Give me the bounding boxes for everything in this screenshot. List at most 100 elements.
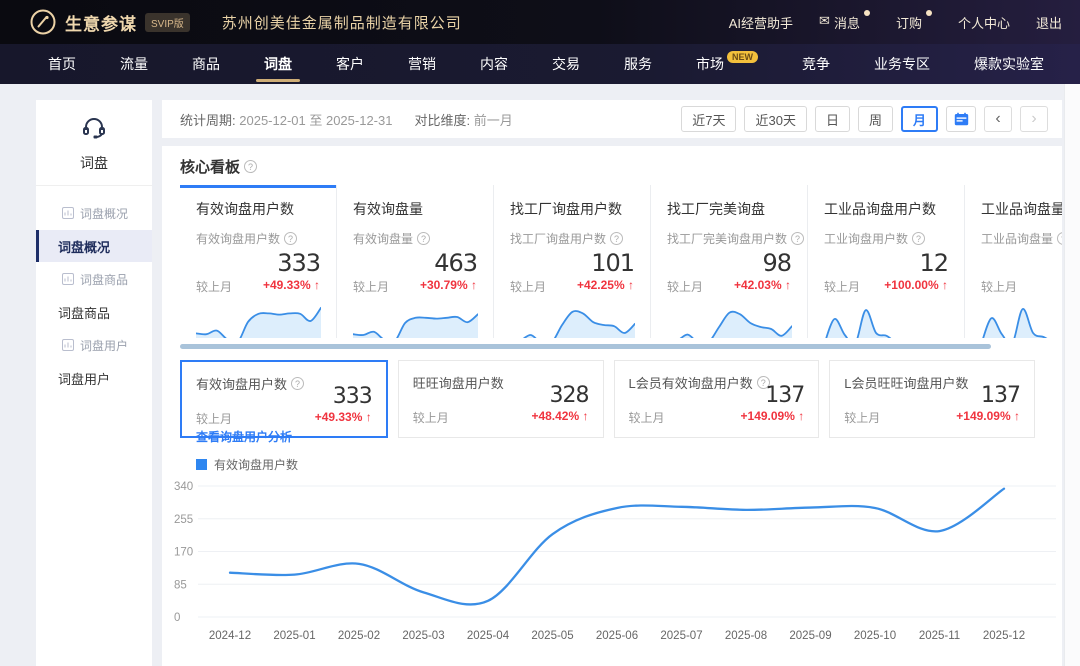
logo[interactable]: 生意参谋 SVIP版 (30, 9, 190, 35)
range-week-button[interactable]: 周 (858, 106, 893, 132)
messages-notification-dot (864, 10, 870, 16)
summary-value: 328 (550, 383, 589, 408)
metric-value: 98 (667, 249, 791, 277)
company-name: 苏州创美佳金属制品制造有限公司 (222, 12, 462, 33)
metric-value: 463 (353, 249, 477, 277)
help-icon[interactable]: ? (791, 232, 804, 245)
view-inquiry-user-analysis-link[interactable]: 查看询盘用户分析 (196, 428, 292, 445)
nav-item-trade[interactable]: 交易 (530, 44, 602, 84)
metric-card-industrial-inquiry-users[interactable]: 工业品询盘用户数 工业询盘用户数? 12 较上月 +100.00% ↑ (808, 185, 965, 338)
trend-chart-block: 有效询盘用户数 3402551708502024-122025-012025-0… (162, 456, 1062, 648)
sidebar-item-inquiry-products[interactable]: 词盘商品 (36, 296, 152, 328)
orders-notification-dot (926, 10, 932, 16)
svg-text:255: 255 (174, 514, 193, 526)
legend-label: 有效询盘用户数 (214, 456, 298, 473)
nav-item-hot-lab[interactable]: 爆款实验室 (952, 44, 1066, 84)
help-icon[interactable]: ? (284, 232, 297, 245)
nav-item-competition[interactable]: 竞争 (780, 44, 852, 84)
nav-item-content[interactable]: 内容 (458, 44, 530, 84)
up-arrow-icon: ↑ (366, 410, 372, 424)
summary-value: 137 (981, 383, 1020, 408)
sidebar-item-inquiry-users[interactable]: 词盘用户 (36, 362, 152, 394)
up-arrow-icon: ↑ (942, 278, 948, 292)
profile-link[interactable]: 个人中心 (958, 13, 1010, 32)
mail-icon: ✉ (819, 13, 830, 29)
range-day-button[interactable]: 日 (815, 106, 850, 132)
svg-text:2025-01: 2025-01 (273, 630, 315, 642)
metric-card-industrial-inquiries[interactable]: 工业品询盘量 工业品询盘量? 较上月 ↑ (965, 185, 1062, 338)
sidebar-group-inquiry-products[interactable]: 词盘商品 (36, 262, 152, 296)
sidebar-item-inquiry-overview[interactable]: 词盘概况 (36, 230, 152, 262)
legend-swatch (196, 459, 207, 470)
up-arrow-icon: ↑ (314, 278, 320, 292)
metric-value: 333 (196, 249, 320, 277)
orders-link[interactable]: 订购 (896, 13, 932, 32)
metric-value (981, 249, 1062, 277)
metric-value: 101 (510, 249, 634, 277)
nav-item-service[interactable]: 服务 (602, 44, 674, 84)
nav-item-inquiry[interactable]: 词盘 (242, 44, 314, 84)
nav-item-academy[interactable]: 学堂 (1066, 44, 1080, 84)
range-7days-button[interactable]: 近7天 (681, 106, 736, 132)
range-month-button[interactable]: 月 (901, 106, 938, 132)
help-icon[interactable]: ? (1057, 232, 1062, 245)
nav-item-home[interactable]: 首页 (26, 44, 98, 84)
compare-dimension-value: 前一月 (474, 113, 513, 128)
stat-period: 统计周期: 2025-12-01 至 2025-12-31 (180, 110, 392, 129)
sparkline-chart (667, 302, 792, 338)
nav-item-business-zone[interactable]: 业务专区 (852, 44, 952, 84)
prev-period-button[interactable]: ‹ (984, 106, 1012, 132)
range-controls: 近7天 近30天 日 周 月 ‹ › (681, 106, 1048, 132)
metric-card-valid-inquiries[interactable]: 有效询盘量 有效询盘量? 463 较上月 +30.79% ↑ (337, 185, 494, 338)
metric-card-valid-inquiry-users[interactable]: 有效询盘用户数 有效询盘用户数? 333 较上月 +49.33% ↑ (180, 185, 337, 338)
browser-scrollbar-track[interactable] (1064, 84, 1080, 666)
metric-card-factory-inquiry-users[interactable]: 找工厂询盘用户数 找工厂询盘用户数? 101 较上月 +42.25% ↑ (494, 185, 651, 338)
messages-link[interactable]: ✉ 消息 (819, 13, 870, 32)
inquiry-users-trend-chart: 3402551708502024-122025-012025-022025-03… (168, 476, 1062, 648)
edition-badge: SVIP版 (145, 13, 190, 32)
summary-value: 333 (333, 384, 372, 409)
svg-text:2025-02: 2025-02 (338, 630, 380, 642)
metric-value: 12 (824, 249, 948, 277)
svg-text:2025-12: 2025-12 (983, 630, 1025, 642)
sidebar-group-inquiry-users[interactable]: 词盘用户 (36, 328, 152, 362)
nav-item-products[interactable]: 商品 (170, 44, 242, 84)
nav-item-customers[interactable]: 客户 (314, 44, 386, 84)
metric-card-row: 有效询盘用户数 有效询盘用户数? 333 较上月 +49.33% ↑ 有效询盘量… (180, 185, 1062, 338)
summary-card-lmember-wangwang-inquiry-users[interactable]: L会员旺旺询盘用户数 137 较上月 +149.09% ↑ (829, 360, 1035, 438)
help-icon[interactable]: ? (417, 232, 430, 245)
metric-card-factory-perfect-inquiry[interactable]: 找工厂完美询盘 找工厂完美询盘用户数? 98 较上月 +42.03% ↑ (651, 185, 808, 338)
summary-card-wangwang-inquiry-users[interactable]: 旺旺询盘用户数 328 较上月 +48.42% ↑ (398, 360, 604, 438)
next-period-button[interactable]: › (1020, 106, 1048, 132)
help-icon[interactable]: ? (912, 232, 925, 245)
svg-text:2025-03: 2025-03 (402, 630, 444, 642)
svg-text:2025-08: 2025-08 (725, 630, 767, 642)
sidebar-header: 词盘 (36, 100, 152, 186)
summary-card-valid-inquiry-users[interactable]: 有效询盘用户数? 333 较上月 +49.33% ↑ 查看询盘用户分析 (180, 360, 388, 438)
help-icon[interactable]: ? (244, 160, 257, 173)
ai-assistant-link[interactable]: AI经营助手 (729, 13, 793, 32)
metric-row-scrollbar-thumb[interactable] (180, 344, 991, 349)
sparkline-chart (196, 302, 321, 338)
up-arrow-icon: ↑ (471, 278, 477, 292)
logout-link[interactable]: 退出 (1036, 13, 1062, 32)
sidebar: 词盘 词盘概况 词盘概况 词盘商品 词盘商品 词盘用户 (36, 100, 152, 666)
sidebar-group-inquiry-overview[interactable]: 词盘概况 (36, 196, 152, 230)
chart-panel-icon (62, 207, 74, 219)
nav-item-traffic[interactable]: 流量 (98, 44, 170, 84)
nav-item-marketing[interactable]: 营销 (386, 44, 458, 84)
filter-bar: 统计周期: 2025-12-01 至 2025-12-31 对比维度: 前一月 … (162, 100, 1062, 138)
svg-text:2025-05: 2025-05 (531, 630, 573, 642)
nav-item-market[interactable]: 市场 NEW (674, 44, 780, 84)
calendar-icon (954, 112, 969, 126)
up-arrow-icon: ↑ (798, 409, 804, 423)
svg-text:2025-07: 2025-07 (660, 630, 702, 642)
help-icon[interactable]: ? (291, 377, 304, 390)
chart-legend[interactable]: 有效询盘用户数 (196, 456, 1062, 472)
header-actions: AI经营助手 ✉ 消息 订购 个人中心 退出 (729, 13, 1062, 32)
summary-card-lmember-valid-inquiry-users[interactable]: L会员有效询盘用户数? 137 较上月 +149.09% ↑ (614, 360, 820, 438)
range-30days-button[interactable]: 近30天 (744, 106, 806, 132)
help-icon[interactable]: ? (610, 232, 623, 245)
svg-text:2025-10: 2025-10 (854, 630, 896, 642)
calendar-picker-button[interactable] (946, 106, 976, 132)
